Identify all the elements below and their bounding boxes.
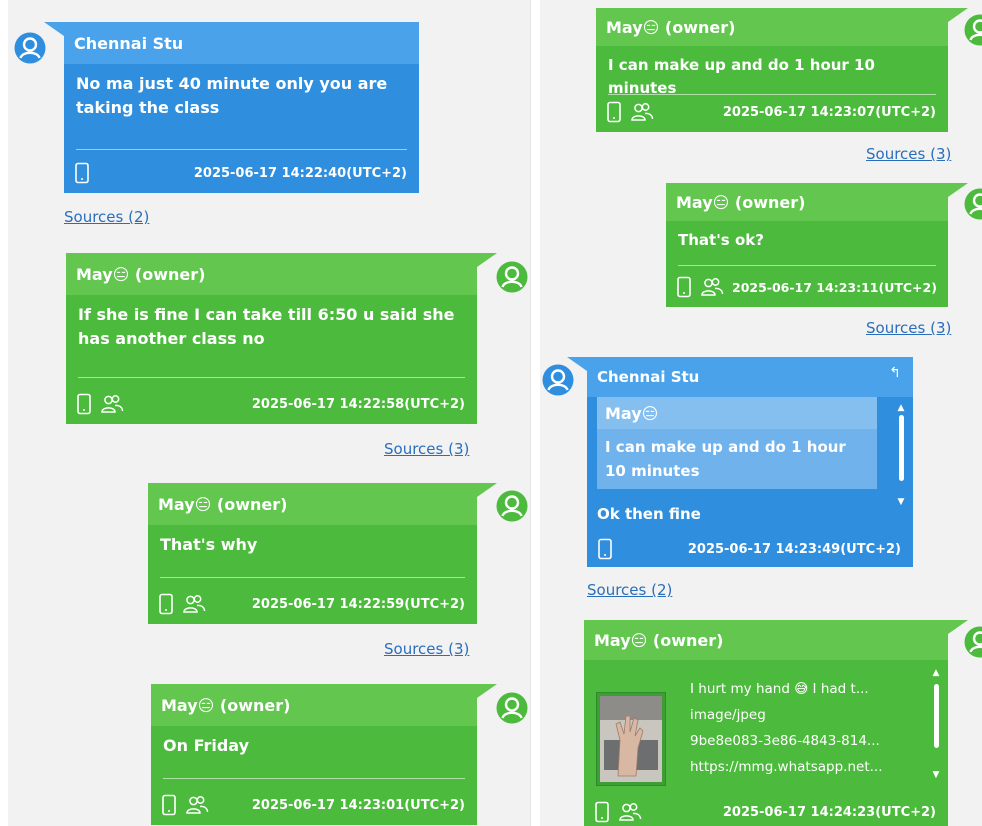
message-text: That's why [160,535,258,554]
owner-avatar-icon [496,692,528,724]
media-caption: I hurt my hand 😅 I had t... [690,681,869,697]
bubble-tail [477,253,497,267]
phone-icon [158,593,174,615]
bubble-tail [477,483,497,497]
media-scrollbar[interactable]: ▲ ▼ [932,668,940,792]
divider [608,94,936,95]
group-icon [100,393,124,415]
sources-link[interactable]: Sources (2) [64,208,149,226]
media-id: 9be8e083-3e86-4843-814... [690,733,880,749]
divider [160,577,465,578]
divider [78,377,465,378]
message-sender: May😑 (owner) [666,183,948,221]
message-bubble[interactable]: May😑 (owner) That's ok? 2025-06-17 14:23… [666,183,968,307]
quote-scrollbar[interactable]: ▲ ▼ [897,403,905,523]
message-bubble[interactable]: May😑 (owner) I can make up and do 1 hour… [596,8,968,132]
message-bubble[interactable]: Chennai Stu No ma just 40 minute only yo… [44,22,419,193]
message-timestamp: 2025-06-17 14:23:49(UTC+2) [687,541,901,557]
sources-link[interactable]: Sources (3) [866,145,951,163]
sources-link[interactable]: Sources (2) [587,581,672,599]
message-sender: May😑 (owner) [596,8,948,46]
scroll-down-arrow-icon[interactable]: ▼ [932,770,940,780]
message-sender: May😑 (owner) [66,253,477,295]
user-avatar-icon [14,32,46,64]
owner-avatar-icon [496,490,528,522]
sources-link[interactable]: Sources (3) [384,640,469,658]
scroll-up-arrow-icon[interactable]: ▲ [932,668,940,678]
message-sender: Chennai Stu [587,357,913,397]
bubble-tail [948,8,968,22]
phone-icon [676,276,692,298]
bubble-tail [477,684,497,698]
message-text: I can make up and do 1 hour 10 minutes [608,56,875,97]
message-sender: Chennai Stu [64,22,419,64]
message-timestamp: 2025-06-17 14:24:23(UTC+2) [722,804,936,820]
scrollbar-thumb[interactable] [933,684,939,748]
bubble-tail [44,22,64,36]
message-sender: May😑 (owner) [148,483,477,525]
group-icon [185,794,209,816]
group-icon [630,101,654,123]
message-text: If she is fine I can take till 6:50 u sa… [78,305,455,348]
reply-icon[interactable]: ↰ [889,365,901,381]
message-sender: May😑 (owner) [151,684,477,726]
phone-icon [74,162,90,184]
message-bubble[interactable]: May😑 (owner) That's why 2025-06-17 14:22… [148,483,497,624]
phone-icon [606,101,622,123]
message-timestamp: 2025-06-17 14:23:11(UTC+2) [732,279,937,295]
message-bubble[interactable]: May😑 (owner) If she is fine I can take t… [66,253,497,424]
bubble-tail [948,620,968,634]
message-text: That's ok? [678,231,764,249]
message-timestamp: 2025-06-17 14:22:59(UTC+2) [251,596,465,612]
message-bubble[interactable]: May😑 (owner) I hurt my hand 😅 I had t...… [584,620,968,826]
sources-link[interactable]: Sources (3) [866,319,951,337]
bubble-tail [948,183,968,197]
media-mime-type: image/jpeg [690,707,766,723]
bubble-tail [567,357,587,371]
message-timestamp: 2025-06-17 14:22:40(UTC+2) [193,165,407,181]
scroll-up-arrow-icon[interactable]: ▲ [897,403,905,413]
divider [163,778,465,779]
quoted-sender: May😑 [597,397,877,429]
media-url[interactable]: https://mmg.whatsapp.net... [690,754,882,780]
message-sender: May😑 (owner) [584,620,948,660]
phone-icon [597,538,613,560]
owner-avatar-icon [496,261,528,293]
scroll-down-arrow-icon[interactable]: ▼ [897,497,905,507]
image-thumbnail[interactable] [596,692,666,786]
quoted-text: I can make up and do 1 hour 10 minutes [605,438,846,480]
group-icon [618,801,642,823]
message-text: No ma just 40 minute only you are taking… [76,74,388,117]
message-timestamp: 2025-06-17 14:22:58(UTC+2) [251,396,465,412]
message-text: On Friday [163,736,250,755]
phone-icon [161,794,177,816]
group-icon [182,593,206,615]
divider [76,149,407,150]
divider [678,265,936,266]
message-bubble[interactable]: May😑 (owner) On Friday 2025-06-17 14:23:… [151,684,497,825]
message-bubble[interactable]: Chennai Stu ↰ May😑 I can make up and do … [567,357,913,567]
scrollbar-thumb[interactable] [898,415,904,481]
group-icon [700,276,724,298]
message-text: Ok then fine [597,505,701,523]
media-info: I hurt my hand 😅 I had t... image/jpeg 9… [690,676,882,780]
sources-link[interactable]: Sources (3) [384,440,469,458]
media-attachment[interactable]: I hurt my hand 😅 I had t... image/jpeg 9… [584,668,948,800]
chat-panel-right: May😑 (owner) I can make up and do 1 hour… [540,0,982,826]
message-timestamp: 2025-06-17 14:23:07(UTC+2) [722,104,936,120]
quoted-message[interactable]: May😑 I can make up and do 1 hour 10 minu… [597,397,877,489]
message-timestamp: 2025-06-17 14:23:01(UTC+2) [251,797,465,813]
phone-icon [594,801,610,823]
chat-panel-left: Chennai Stu No ma just 40 minute only yo… [8,0,531,826]
phone-icon [76,393,92,415]
